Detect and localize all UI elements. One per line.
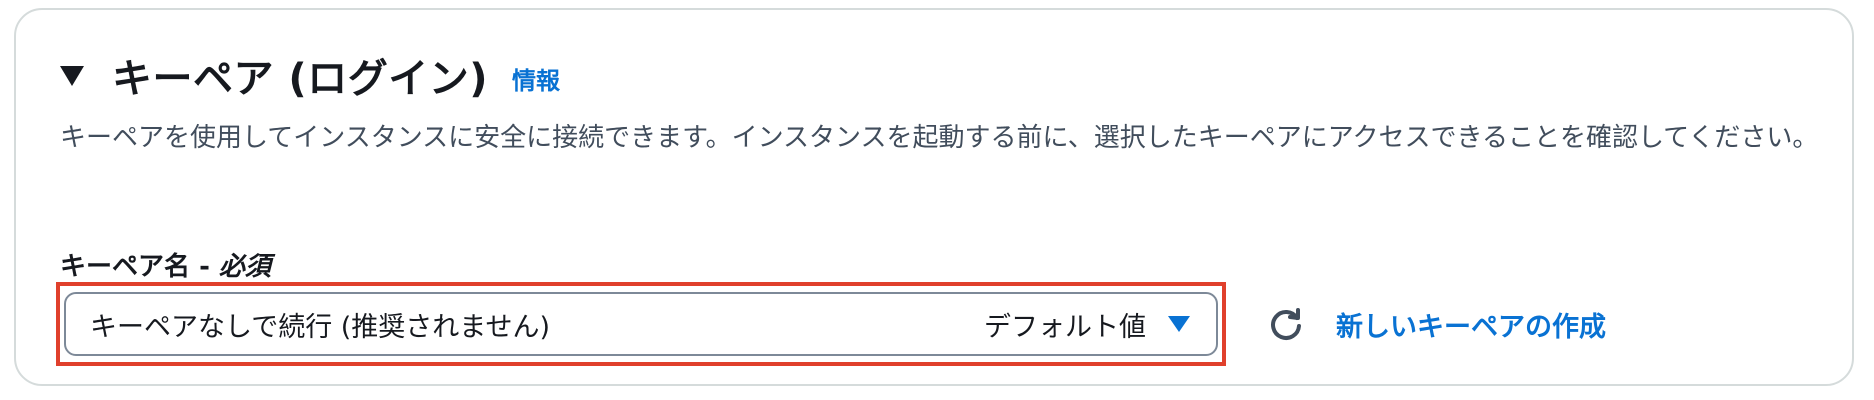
field-label-separator: - xyxy=(190,252,219,282)
select-default-tag: デフォルト値 xyxy=(984,311,1146,343)
section-description: キーペアを使用してインスタンスに安全に接続できます。インスタンスを起動する前に、… xyxy=(60,123,1819,153)
dropdown-caret-icon xyxy=(1168,316,1190,332)
create-key-pair-label[interactable]: 新しいキーペアの作成 xyxy=(1336,305,1606,344)
select-value: キーペアなしで続行 (推奨されません) xyxy=(90,311,551,343)
section-title: キーペア (ログイン) xyxy=(112,56,488,102)
field-label-text: キーペア名 xyxy=(60,252,191,282)
refresh-icon[interactable] xyxy=(1266,304,1306,344)
info-link[interactable]: 情報 xyxy=(512,61,560,96)
field-label: キーペア名 - 必須 xyxy=(60,246,271,283)
key-pair-select[interactable]: キーペアなしで続行 (推奨されません) デフォルト値 xyxy=(64,292,1218,356)
create-key-pair-link[interactable]: 新しいキーペアの作成 xyxy=(1266,300,1606,348)
key-pair-panel: キーペア (ログイン) 情報 キーペアを使用してインスタンスに安全に接続できます… xyxy=(14,8,1854,386)
section-header: キーペア (ログイン) 情報 xyxy=(60,40,560,110)
required-indicator: 必須 xyxy=(218,252,271,282)
collapse-caret-icon[interactable] xyxy=(60,66,84,86)
